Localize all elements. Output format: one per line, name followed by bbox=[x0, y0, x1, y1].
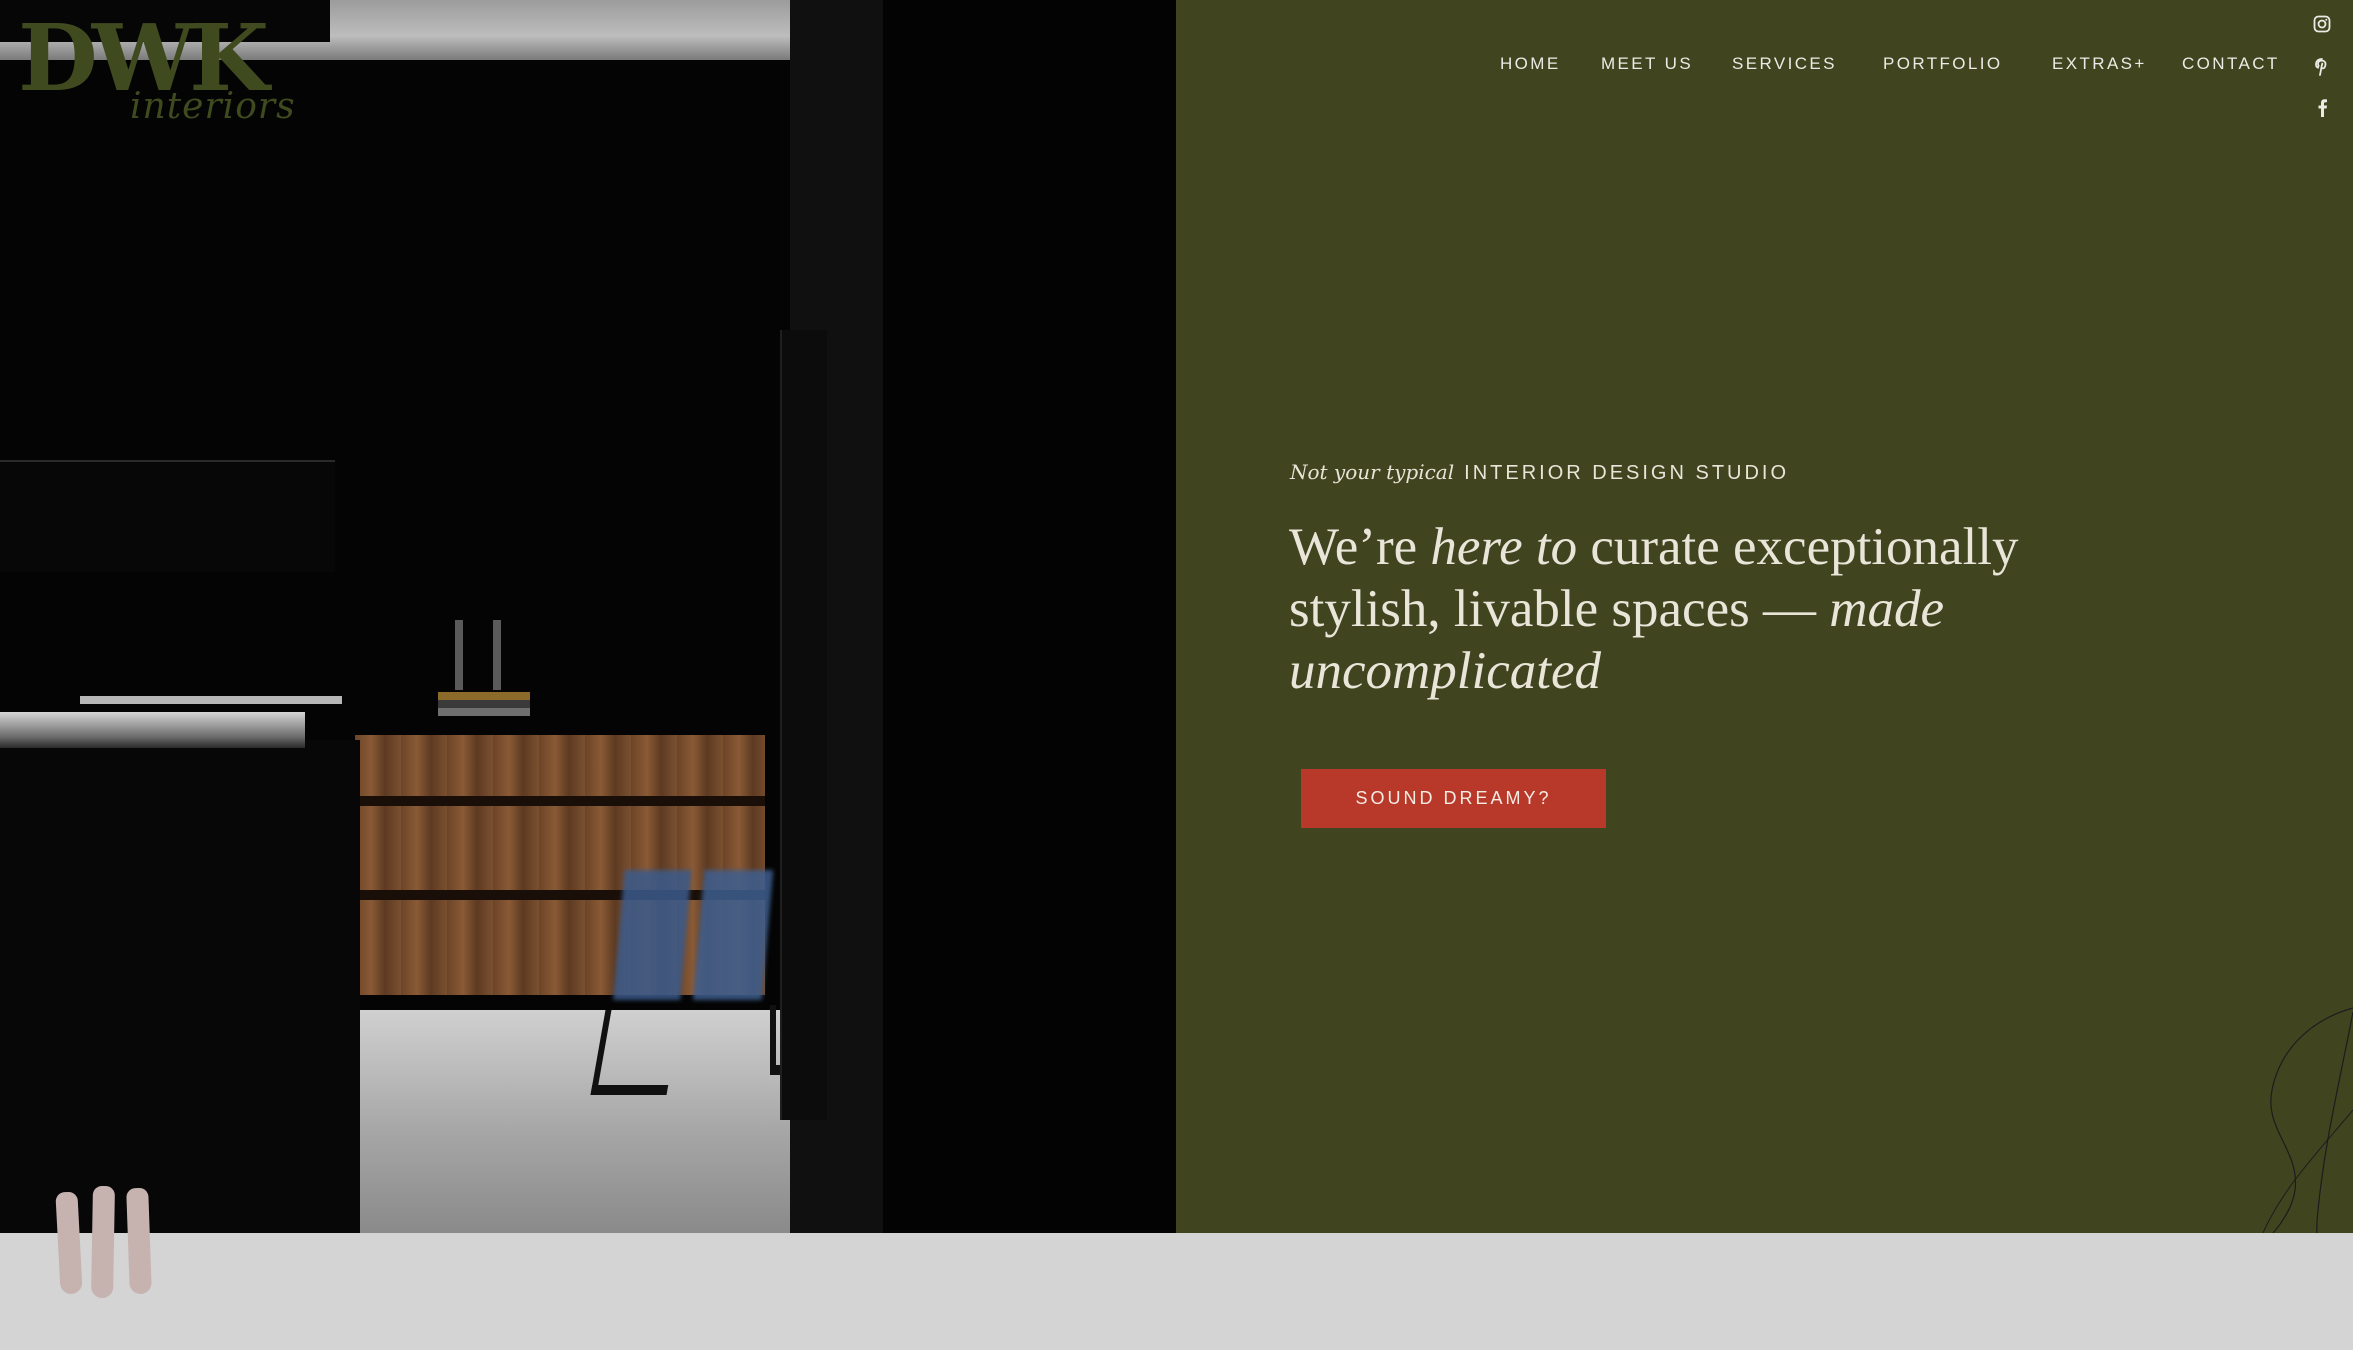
page: DWK interiors HOME MEET US SERVICES PORT… bbox=[0, 0, 2353, 1350]
brand-stripes-icon bbox=[55, 1185, 158, 1299]
logo-script: interiors bbox=[130, 86, 296, 127]
photo-books bbox=[438, 692, 530, 716]
headline-italic-1: here to bbox=[1430, 518, 1578, 576]
nav-item-portfolio[interactable]: PORTFOLIO bbox=[1883, 54, 2003, 74]
instagram-glyph bbox=[2313, 15, 2331, 33]
eyebrow-caps: INTERIOR DESIGN STUDIO bbox=[1464, 462, 1790, 484]
logo[interactable]: DWK interiors bbox=[18, 12, 295, 132]
hero-headline: We’re here to curate exceptionally styli… bbox=[1289, 516, 2089, 702]
headline-part-1: We’re bbox=[1289, 518, 1431, 576]
facebook-glyph bbox=[2318, 99, 2327, 117]
sound-dreamy-button[interactable]: SOUND DREAMY? bbox=[1301, 769, 1606, 828]
brand-stripe bbox=[91, 1185, 115, 1299]
nav-item-contact[interactable]: CONTACT bbox=[2182, 54, 2280, 74]
facebook-icon[interactable] bbox=[2310, 96, 2334, 120]
photo-kitchen-island bbox=[0, 740, 360, 1233]
instagram-icon[interactable] bbox=[2310, 12, 2334, 36]
eyebrow-italic: Not your typical bbox=[1290, 460, 1455, 484]
nav-item-meet-us[interactable]: MEET US bbox=[1601, 54, 1693, 74]
hero-eyebrow: Not your typical INTERIOR DESIGN STUDIO bbox=[1290, 460, 1789, 485]
pinterest-glyph bbox=[2315, 58, 2327, 76]
photo-cabinet-gap bbox=[355, 796, 765, 806]
nav-item-home[interactable]: HOME bbox=[1500, 54, 1561, 74]
nav-item-services[interactable]: SERVICES bbox=[1732, 54, 1837, 74]
photo-walking-person bbox=[610, 870, 780, 1000]
brand-stripe bbox=[126, 1187, 152, 1295]
brand-stripe bbox=[55, 1191, 83, 1295]
pinterest-icon[interactable] bbox=[2310, 55, 2334, 79]
photo-heel bbox=[590, 1010, 682, 1095]
photo-range-hood bbox=[0, 460, 335, 572]
photo-door-edge bbox=[780, 330, 827, 1120]
photo-bottles bbox=[455, 620, 501, 690]
photo-dark-wall bbox=[883, 0, 1176, 1233]
photo-countertop bbox=[0, 712, 305, 748]
nav-item-extras[interactable]: EXTRAS+ bbox=[2052, 54, 2147, 74]
bottom-strip bbox=[0, 1233, 2353, 1350]
hero-photo bbox=[0, 0, 1176, 1233]
photo-cooktop bbox=[80, 696, 342, 704]
